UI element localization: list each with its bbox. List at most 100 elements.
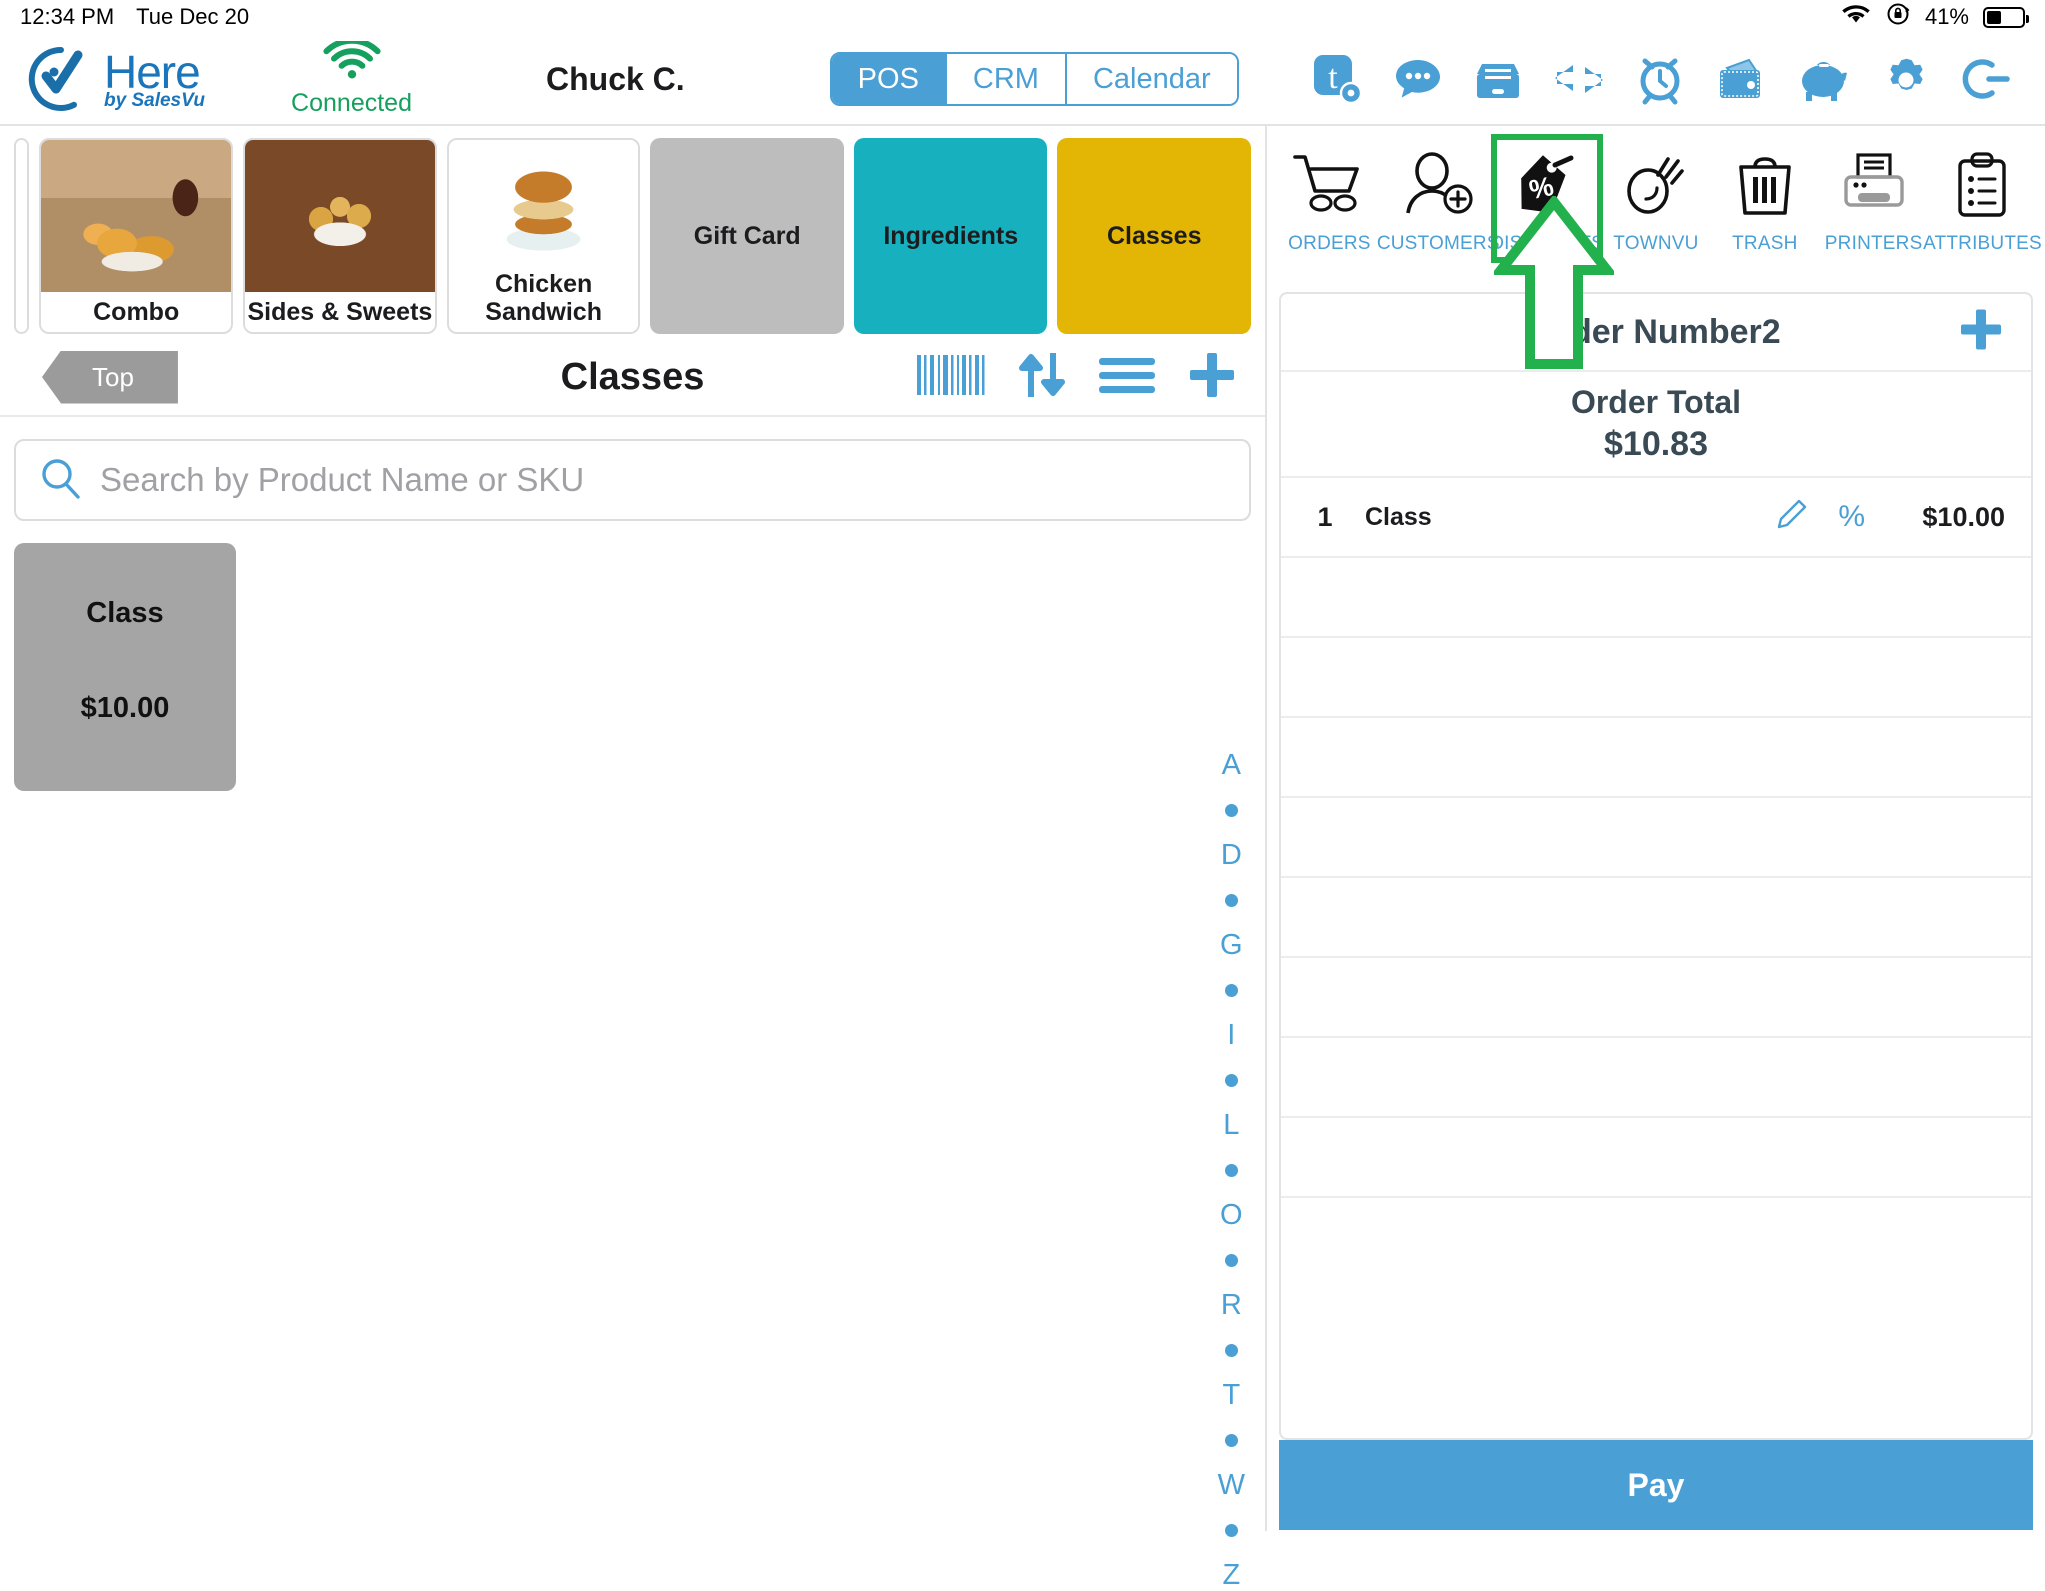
alpha-index-t[interactable]: T (1222, 1381, 1240, 1410)
mode-tabs: POS CRM Calendar (829, 52, 1239, 106)
tab-pos[interactable]: POS (831, 54, 947, 104)
order-total-label: Order Total (1570, 384, 1742, 420)
alpha-index-i[interactable]: I (1227, 1021, 1235, 1050)
gear-icon[interactable] (1879, 52, 1933, 106)
tooltab-label: PRINTERS (1824, 233, 1923, 254)
alpha-index-dot[interactable] (1224, 1434, 1238, 1447)
tooltab-label: TOWNVU (1613, 233, 1699, 254)
wallet-cash-icon[interactable] (1713, 52, 1769, 106)
shopping-cart-icon (1291, 142, 1367, 226)
tab-calendar[interactable]: Calendar (1066, 54, 1237, 104)
order-header: Order Number2 (1281, 294, 2031, 372)
tooltab-townvu[interactable]: TOWNVU (1604, 138, 1708, 259)
alpha-index-z[interactable]: Z (1222, 1561, 1240, 1590)
search-input[interactable]: Search by Product Name or SKU (14, 439, 1251, 521)
alphabet-index[interactable]: A D G I L O R T W Z (1218, 751, 1245, 1590)
alpha-index-dot[interactable] (1224, 1344, 1238, 1357)
add-customer-icon (1400, 142, 1476, 226)
tooltab-label: TRASH (1732, 233, 1798, 254)
sort-icon[interactable] (1015, 349, 1069, 406)
order-pane: ORDERS CUSTOMERS % DISCOUNTS TOWNVU TRAS… (1267, 126, 2045, 1531)
tooltab-discounts[interactable]: % DISCOUNTS (1490, 134, 1604, 263)
add-order-button[interactable] (1957, 306, 2005, 359)
tooltab-orders[interactable]: ORDERS (1277, 138, 1381, 259)
header-icon-bar: t (1311, 52, 2031, 106)
category-label: Ingredients (883, 222, 1019, 250)
connection-label: Connected (291, 88, 412, 117)
order-empty-row (1281, 1038, 2031, 1118)
alpha-index-dot[interactable] (1224, 984, 1238, 997)
category-label: Chicken Sandwich (448, 264, 639, 332)
alpha-index-w[interactable]: W (1218, 1471, 1245, 1500)
alpha-index-g[interactable]: G (1220, 931, 1243, 960)
trash-icon (1727, 142, 1803, 226)
brand-logo: Here by SalesVu (28, 46, 205, 112)
discount-tag-icon: % (1509, 142, 1585, 226)
alpha-index-dot[interactable] (1224, 1164, 1238, 1177)
category-tile-ingredients[interactable]: Ingredients (853, 138, 1048, 334)
tooltab-attributes[interactable]: ATTRIBUTES (1923, 138, 2042, 259)
search-icon (38, 456, 82, 505)
app-header: Here by SalesVu Connected Chuck C. POS C… (0, 34, 2045, 126)
order-line-item[interactable]: 1 Class % $10.00 (1281, 478, 2031, 558)
catalog-pane: Combo Sides & Sweets Chicken Sandwich Gi… (0, 126, 1267, 1590)
category-label: Classes (1106, 222, 1202, 250)
tool-tab-bar: ORDERS CUSTOMERS % DISCOUNTS TOWNVU TRAS… (1267, 126, 2045, 286)
tooltab-printers[interactable]: PRINTERS (1822, 138, 1926, 259)
tooltab-trash[interactable]: TRASH (1713, 138, 1817, 259)
pay-button[interactable]: Pay (1279, 1440, 2033, 1530)
category-tile-combo[interactable]: Combo (39, 138, 234, 334)
category-tile-chicken-sandwich[interactable]: Chicken Sandwich (446, 138, 641, 334)
search-placeholder: Search by Product Name or SKU (100, 461, 585, 498)
line-item-price: $10.00 (1922, 501, 2005, 532)
logout-icon[interactable] (1959, 52, 2013, 106)
category-scroll-edge[interactable] (14, 138, 30, 334)
alpha-index-dot[interactable] (1224, 894, 1238, 907)
ticket-settings-icon[interactable]: t (1311, 52, 1365, 106)
category-tile-gift-card[interactable]: Gift Card (650, 138, 844, 334)
category-label: Combo (41, 292, 232, 332)
brand-subtitle: by SalesVu (104, 89, 206, 111)
order-total: Order Total $10.83 (1281, 372, 2031, 478)
alpha-index-d[interactable]: D (1221, 841, 1242, 870)
barcode-icon[interactable] (915, 351, 987, 404)
alarm-clock-icon[interactable] (1633, 52, 1687, 106)
alpha-index-dot[interactable] (1224, 1254, 1238, 1267)
order-empty-row (1281, 878, 2031, 958)
product-tile-class[interactable]: Class $10.00 (14, 543, 236, 791)
status-date: Tue Dec 20 (136, 4, 250, 29)
alpha-index-r[interactable]: R (1221, 1291, 1242, 1320)
connection-status: Connected (291, 37, 412, 118)
chat-bubble-icon[interactable] (1391, 52, 1445, 106)
list-menu-icon[interactable] (1097, 353, 1157, 402)
alpha-index-a[interactable]: A (1222, 751, 1241, 780)
wifi-icon (1841, 3, 1871, 31)
product-name: Class (86, 597, 164, 629)
tooltab-label: ATTRIBUTES (1923, 233, 2042, 254)
alpha-index-o[interactable]: O (1220, 1201, 1243, 1230)
pencil-icon[interactable] (1774, 498, 1808, 537)
category-tile-classes[interactable]: Classes (1057, 138, 1251, 334)
alpha-index-dot[interactable] (1224, 1074, 1238, 1087)
category-tile-sides-sweets[interactable]: Sides & Sweets (243, 138, 437, 334)
back-to-top-button[interactable]: Top (42, 350, 178, 404)
add-plus-icon[interactable] (1185, 348, 1239, 407)
catalog-subnav: Top Classes (0, 339, 1265, 417)
battery-icon (1983, 6, 2029, 28)
category-label: Sides & Sweets (245, 292, 435, 332)
tab-crm[interactable]: CRM (946, 54, 1067, 104)
sandwich-image (448, 140, 639, 264)
pos-app-screen: 12:34 PM Tue Dec 20 41% Here by SalesVu … (0, 0, 2045, 1590)
line-item-name: Class (1365, 502, 1432, 531)
product-grid: Class $10.00 (0, 521, 1265, 791)
tooltab-label: DISCOUNTS (1490, 233, 1604, 254)
piggy-bank-icon[interactable] (1795, 52, 1853, 106)
line-item-qty: 1 (1317, 501, 1333, 532)
svg-text:t: t (1328, 59, 1338, 96)
file-box-icon[interactable] (1471, 52, 1525, 106)
transfer-arrows-icon[interactable] (1551, 52, 1607, 106)
percent-icon[interactable]: % (1838, 500, 1865, 534)
tooltab-customers[interactable]: CUSTOMERS (1377, 138, 1500, 259)
alpha-index-l[interactable]: L (1223, 1111, 1239, 1140)
alpha-index-dot[interactable] (1224, 804, 1238, 817)
